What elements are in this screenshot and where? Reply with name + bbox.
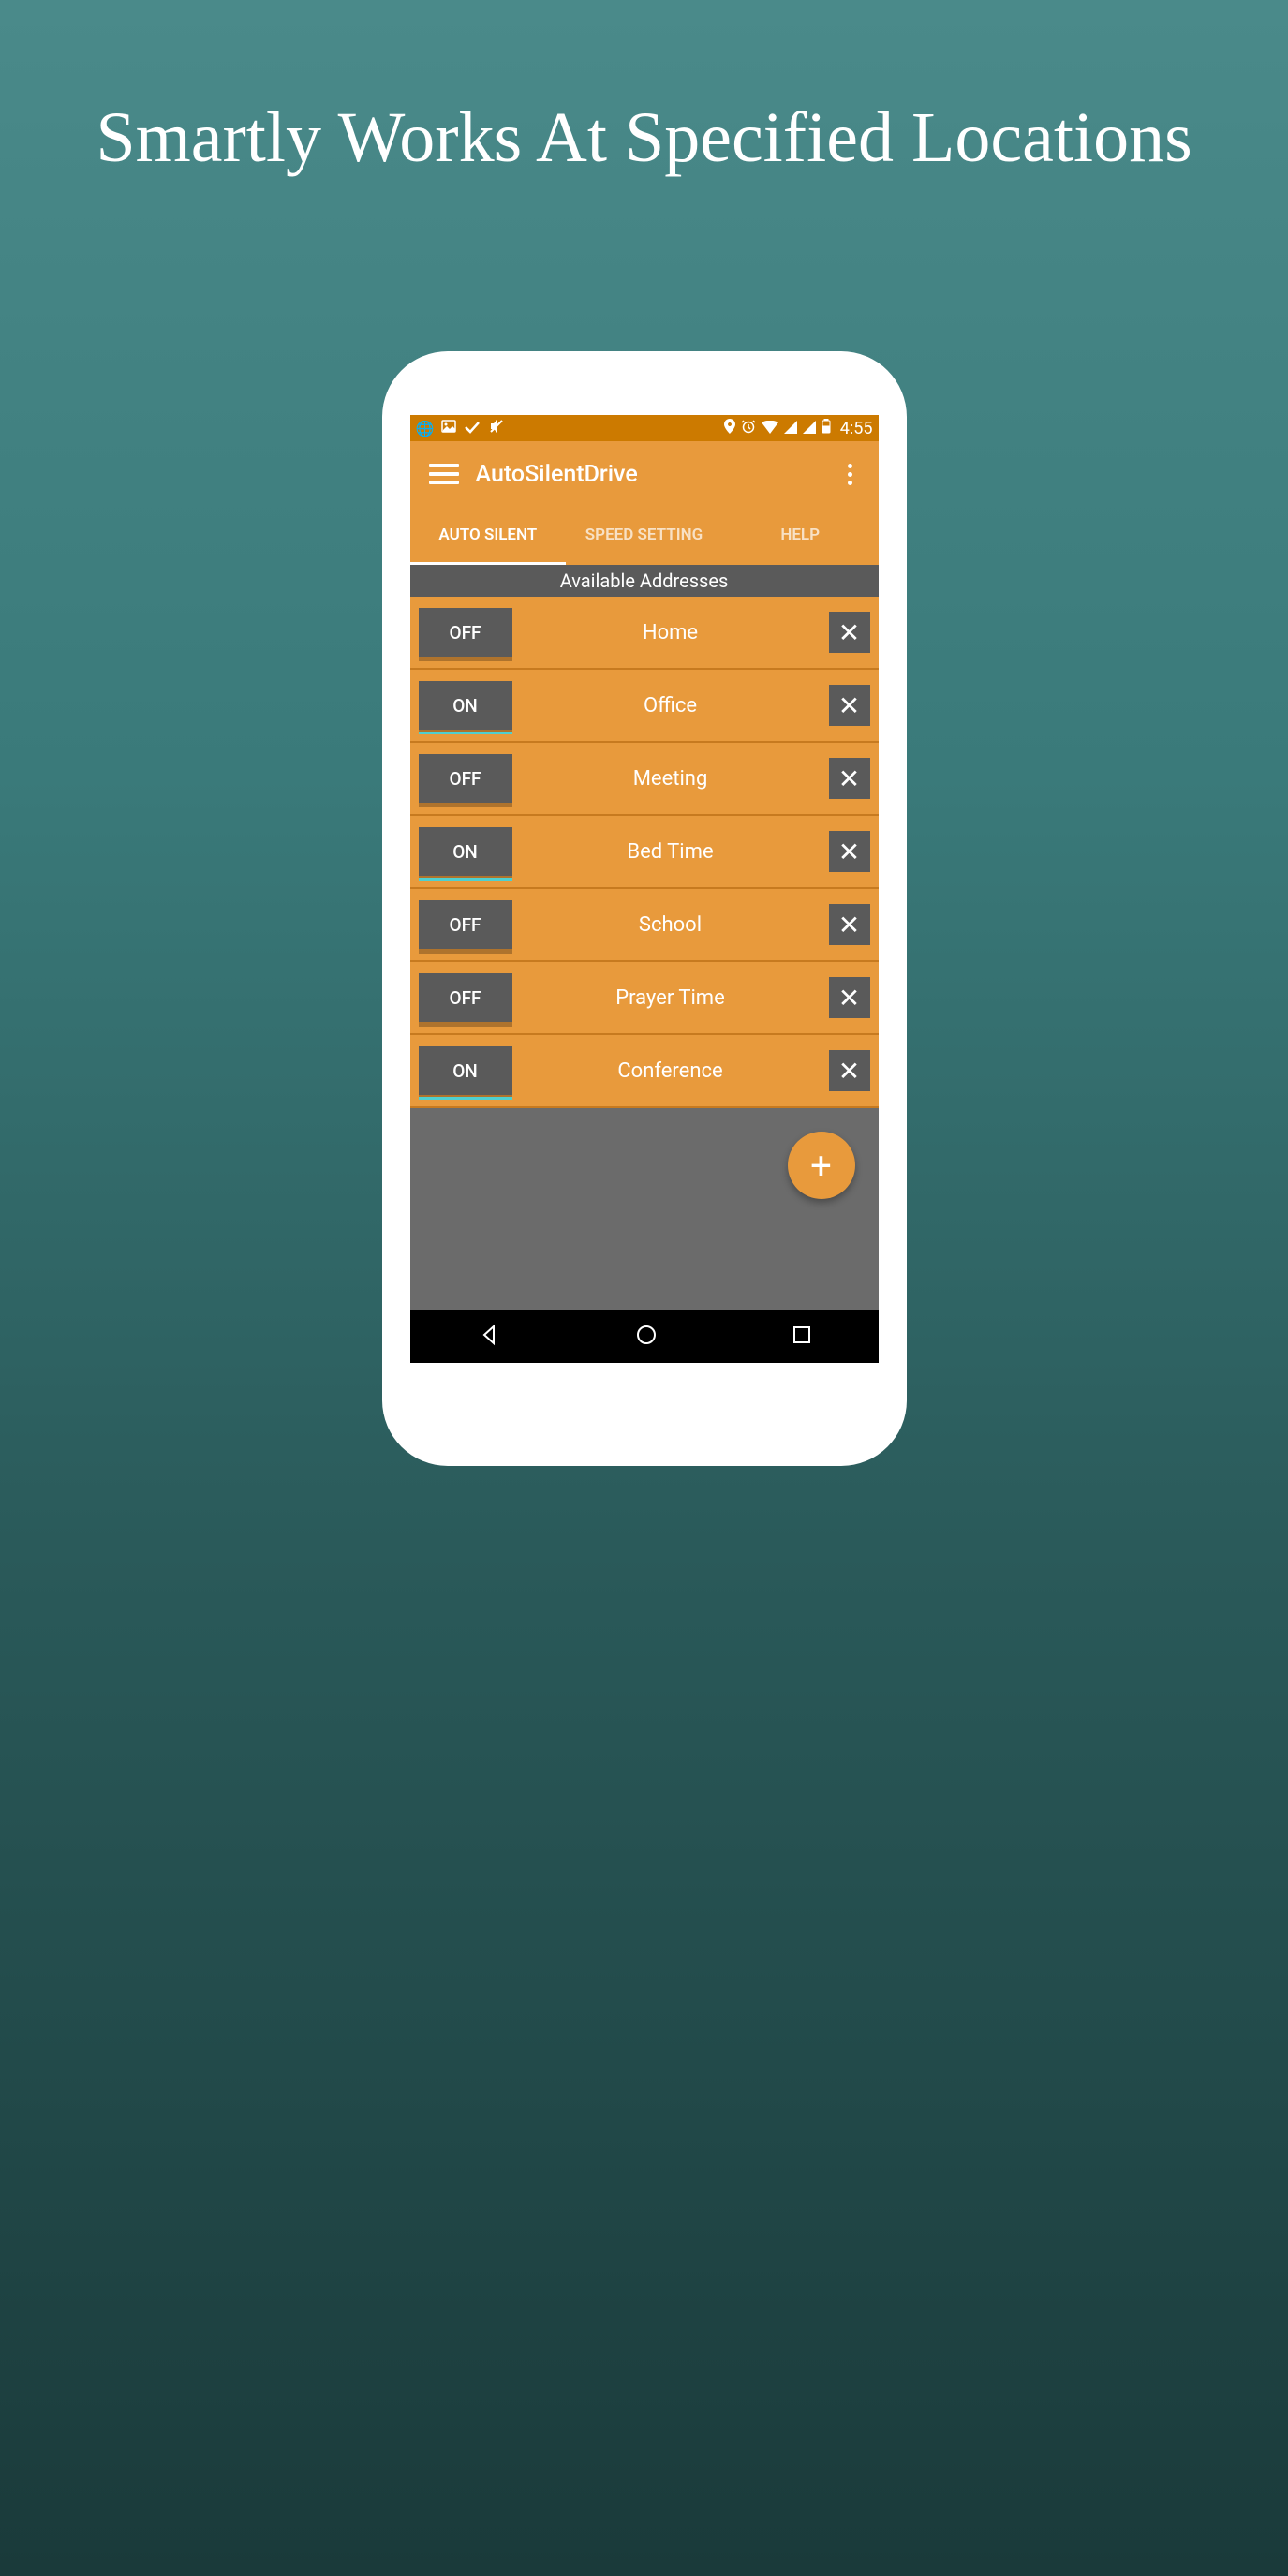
hamburger-icon[interactable]	[429, 464, 459, 484]
alarm-icon	[741, 419, 756, 437]
location-icon	[724, 419, 735, 437]
row-label: Conference	[512, 1059, 829, 1083]
android-nav-bar	[410, 1310, 879, 1363]
list-item: ON Office ✕	[410, 670, 879, 743]
status-bar: 🌐	[410, 415, 879, 441]
signal-icon-2	[803, 420, 816, 437]
row-label: Home	[512, 621, 829, 644]
status-time: 4:55	[840, 419, 873, 438]
mute-icon	[488, 418, 505, 438]
phone-frame: 🌐	[382, 351, 907, 1466]
overflow-menu-icon[interactable]	[840, 464, 860, 485]
signal-icon-1	[784, 420, 797, 437]
section-header: Available Addresses	[410, 565, 879, 597]
toggle-button[interactable]: OFF	[419, 973, 512, 1022]
row-label: Prayer Time	[512, 986, 829, 1010]
row-label: Bed Time	[512, 840, 829, 864]
list-item: OFF Prayer Time ✕	[410, 962, 879, 1035]
app-title: AutoSilentDrive	[476, 461, 840, 488]
recents-icon[interactable]	[792, 1325, 812, 1349]
status-right: 4:55	[724, 419, 873, 438]
row-label: School	[512, 913, 829, 937]
toggle-button[interactable]: OFF	[419, 608, 512, 657]
row-label: Office	[512, 694, 829, 718]
page-headline: Smartly Works At Specified Locations	[58, 94, 1229, 183]
delete-button[interactable]: ✕	[829, 1050, 870, 1091]
delete-button[interactable]: ✕	[829, 977, 870, 1018]
home-icon[interactable]	[634, 1323, 659, 1351]
phone-screen: 🌐	[410, 415, 879, 1363]
tab-help[interactable]: HELP	[722, 507, 879, 565]
toggle-button[interactable]: OFF	[419, 754, 512, 803]
address-list: OFF Home ✕ ON Office ✕ OFF Meeting ✕ ON …	[410, 597, 879, 1108]
add-button[interactable]: +	[788, 1132, 855, 1199]
globe-icon: 🌐	[416, 420, 435, 437]
image-icon	[441, 419, 456, 437]
back-icon[interactable]	[477, 1323, 501, 1351]
check-icon	[464, 420, 481, 437]
list-item: ON Bed Time ✕	[410, 816, 879, 889]
tabs: AUTO SILENT SPEED SETTING HELP	[410, 507, 879, 565]
delete-button[interactable]: ✕	[829, 904, 870, 945]
delete-button[interactable]: ✕	[829, 612, 870, 653]
status-left: 🌐	[416, 418, 506, 438]
wifi-icon	[762, 420, 778, 437]
row-label: Meeting	[512, 767, 829, 791]
battery-icon	[822, 419, 831, 437]
toggle-button[interactable]: OFF	[419, 900, 512, 949]
delete-button[interactable]: ✕	[829, 831, 870, 872]
list-item: OFF Meeting ✕	[410, 743, 879, 816]
app-bar: AutoSilentDrive	[410, 441, 879, 507]
list-item: ON Conference ✕	[410, 1035, 879, 1108]
toggle-button[interactable]: ON	[419, 681, 512, 730]
tab-auto-silent[interactable]: AUTO SILENT	[410, 507, 567, 565]
tab-speed-setting[interactable]: SPEED SETTING	[566, 507, 722, 565]
delete-button[interactable]: ✕	[829, 758, 870, 799]
toggle-button[interactable]: ON	[419, 1046, 512, 1095]
delete-button[interactable]: ✕	[829, 685, 870, 726]
list-item: OFF School ✕	[410, 889, 879, 962]
toggle-button[interactable]: ON	[419, 827, 512, 876]
fab-area: +	[410, 1108, 879, 1310]
list-item: OFF Home ✕	[410, 597, 879, 670]
